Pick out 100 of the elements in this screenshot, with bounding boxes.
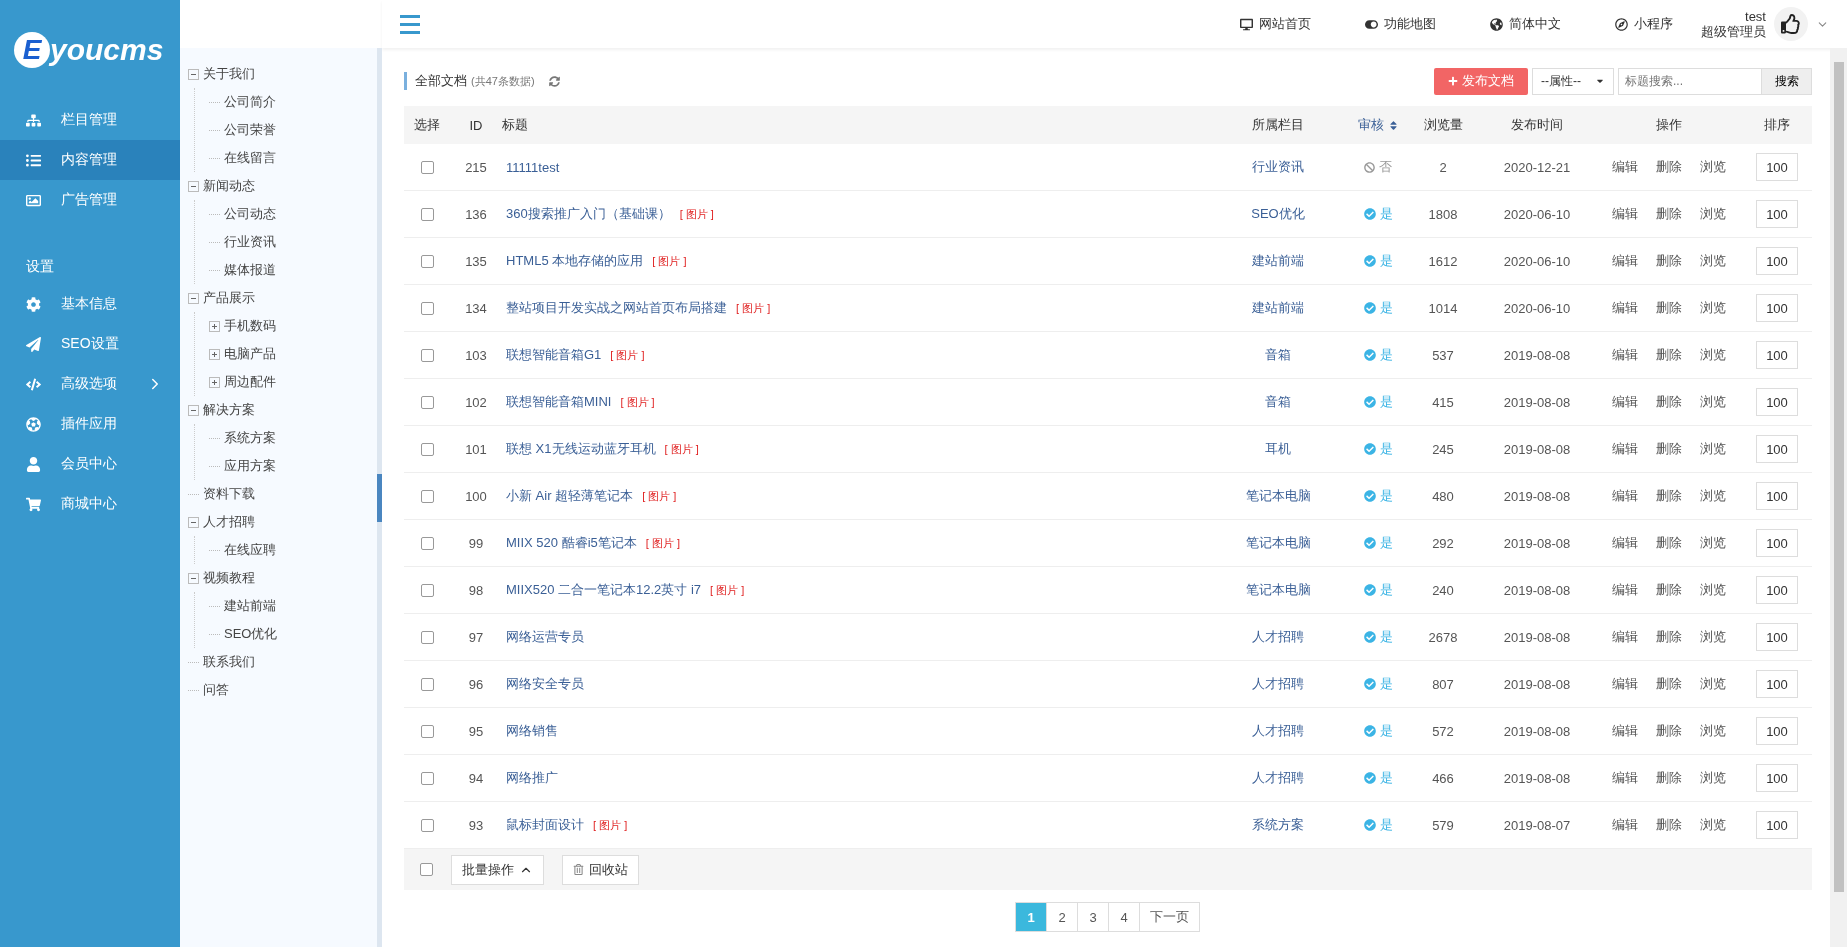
plus-icon[interactable] [209, 320, 220, 332]
checkbox[interactable] [420, 348, 434, 362]
action-link[interactable]: 删除 [1656, 440, 1682, 458]
action-link[interactable]: 浏览 [1700, 581, 1726, 599]
category-link[interactable]: 笔记本电脑 [1245, 534, 1311, 552]
action-link[interactable]: 浏览 [1700, 628, 1726, 646]
checkbox[interactable] [420, 536, 434, 550]
action-link[interactable]: 删除 [1656, 205, 1682, 223]
action-link[interactable]: 删除 [1656, 299, 1682, 317]
action-link[interactable]: 编辑 [1612, 440, 1638, 458]
action-link[interactable]: 编辑 [1612, 722, 1638, 740]
sort-field[interactable]: 100 [1756, 811, 1798, 839]
tree-item[interactable]: 应用方案 [224, 457, 276, 475]
action-link[interactable]: 删除 [1656, 487, 1682, 505]
tree-item[interactable]: 在线应聘 [224, 541, 276, 559]
action-link[interactable]: 浏览 [1700, 299, 1726, 317]
action-link[interactable]: 删除 [1656, 534, 1682, 552]
action-link[interactable]: 删除 [1656, 158, 1682, 176]
sort-field[interactable]: 100 [1756, 482, 1798, 510]
action-link[interactable]: 编辑 [1612, 252, 1638, 270]
category-link[interactable]: 音箱 [1265, 393, 1291, 411]
page-button[interactable]: 3 [1077, 902, 1109, 932]
next-page-button[interactable]: 下一页 [1139, 902, 1200, 932]
sort-field[interactable]: 100 [1756, 153, 1798, 181]
checkbox[interactable] [420, 724, 434, 738]
action-link[interactable]: 浏览 [1700, 534, 1726, 552]
menu-icon[interactable] [400, 14, 420, 34]
category-link[interactable]: 建站前端 [1252, 252, 1304, 270]
tree-item[interactable]: SEO优化 [224, 625, 278, 643]
tree-item[interactable]: 系统方案 [224, 429, 276, 447]
category-link[interactable]: 系统方案 [1252, 816, 1304, 834]
sort-field[interactable]: 100 [1756, 294, 1798, 322]
action-link[interactable]: 编辑 [1612, 299, 1638, 317]
action-link[interactable]: 浏览 [1700, 816, 1726, 834]
action-link[interactable]: 删除 [1656, 581, 1682, 599]
header-link[interactable]: 简体中文 [1490, 15, 1561, 33]
minus-icon[interactable] [188, 572, 199, 584]
checkbox[interactable] [420, 207, 434, 221]
minus-icon[interactable] [188, 68, 199, 80]
checkbox[interactable] [420, 583, 434, 597]
action-link[interactable]: 删除 [1656, 252, 1682, 270]
action-link[interactable]: 编辑 [1612, 628, 1638, 646]
plus-icon[interactable] [209, 376, 220, 388]
sort-field[interactable]: 100 [1756, 388, 1798, 416]
title-link[interactable]: 小新 Air 超轻薄笔记本 [506, 487, 634, 505]
search-field[interactable]: 标题搜索... [1618, 67, 1762, 95]
action-link[interactable]: 删除 [1656, 769, 1682, 787]
tree-item[interactable]: 行业资讯 [224, 233, 276, 251]
action-link[interactable]: 删除 [1656, 393, 1682, 411]
tree-item[interactable]: 电脑产品 [224, 345, 276, 363]
title-link[interactable]: 360搜索推广入门（基础课） [506, 205, 671, 223]
action-link[interactable]: 删除 [1656, 722, 1682, 740]
title-link[interactable]: 网络销售 [506, 722, 558, 740]
title-link[interactable]: 网络运营专员 [506, 628, 584, 646]
action-link[interactable]: 删除 [1656, 675, 1682, 693]
action-link[interactable]: 编辑 [1612, 346, 1638, 364]
recycle-button[interactable]: 回收站 [562, 854, 639, 885]
sort-field[interactable]: 100 [1756, 717, 1798, 745]
sort-field[interactable]: 100 [1756, 341, 1798, 369]
checkbox[interactable] [420, 395, 434, 409]
category-link[interactable]: 人才招聘 [1252, 628, 1304, 646]
action-link[interactable]: 编辑 [1612, 205, 1638, 223]
action-link[interactable]: 浏览 [1700, 440, 1726, 458]
title-link[interactable]: HTML5 本地存储的应用 [506, 252, 644, 270]
action-link[interactable]: 编辑 [1612, 581, 1638, 599]
action-link[interactable]: 删除 [1656, 628, 1682, 646]
tree-item[interactable]: 视频教程 [203, 569, 255, 587]
title-link[interactable]: MIIX 520 酷睿i5笔记本 [506, 534, 637, 552]
action-link[interactable]: 浏览 [1700, 487, 1726, 505]
title-link[interactable]: 联想智能音箱MINI [506, 393, 612, 411]
page-button[interactable]: 2 [1046, 902, 1078, 932]
checkbox[interactable] [420, 863, 433, 876]
title-link[interactable]: 11111test [506, 159, 560, 175]
category-link[interactable]: 笔记本电脑 [1245, 581, 1311, 599]
tree-item[interactable]: 人才招聘 [203, 513, 255, 531]
category-link[interactable]: 人才招聘 [1252, 675, 1304, 693]
checkbox[interactable] [420, 818, 434, 832]
action-link[interactable]: 删除 [1656, 346, 1682, 364]
minus-icon[interactable] [188, 180, 199, 192]
checkbox[interactable] [420, 677, 434, 691]
category-link[interactable]: 音箱 [1265, 346, 1291, 364]
action-link[interactable]: 编辑 [1612, 487, 1638, 505]
checkbox[interactable] [420, 489, 434, 503]
action-link[interactable]: 浏览 [1700, 769, 1726, 787]
checkbox[interactable] [420, 160, 434, 174]
title-link[interactable]: 联想 X1无线运动蓝牙耳机 [506, 440, 656, 458]
minus-icon[interactable] [188, 516, 199, 528]
tree-item[interactable]: 解决方案 [203, 401, 255, 419]
header-link[interactable]: 小程序 [1615, 15, 1673, 33]
category-link[interactable]: 行业资讯 [1252, 158, 1304, 176]
sort-field[interactable]: 100 [1756, 670, 1798, 698]
title-link[interactable]: 网络推广 [506, 769, 558, 787]
action-link[interactable]: 浏览 [1700, 158, 1726, 176]
nav-item[interactable]: 内容管理 [0, 140, 180, 180]
checkbox[interactable] [420, 254, 434, 268]
tree-item[interactable]: 公司动态 [224, 205, 276, 223]
category-link[interactable]: 人才招聘 [1252, 722, 1304, 740]
action-link[interactable]: 编辑 [1612, 769, 1638, 787]
sort-field[interactable]: 100 [1756, 623, 1798, 651]
category-link[interactable]: 建站前端 [1252, 299, 1304, 317]
